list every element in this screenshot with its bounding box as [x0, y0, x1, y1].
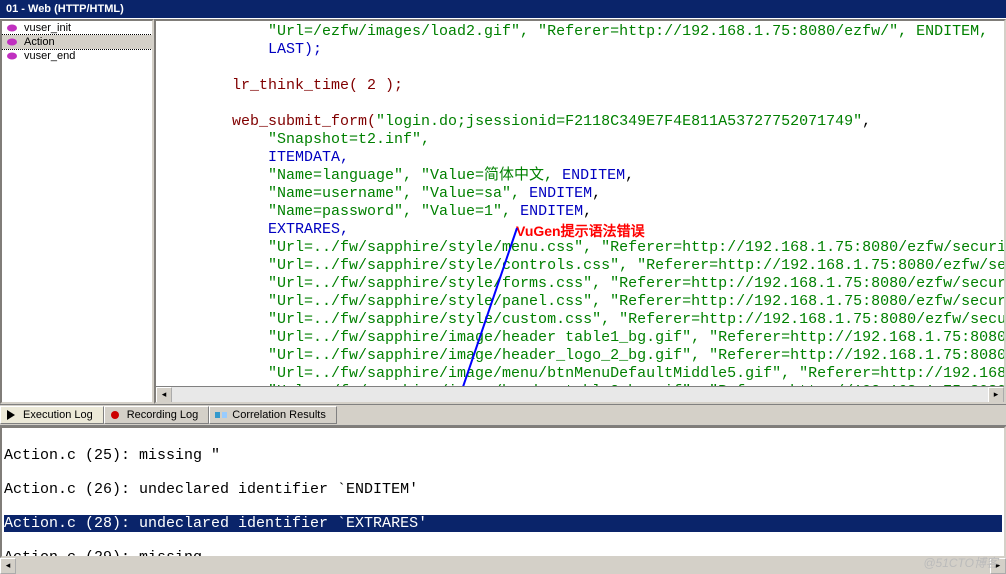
log-tabs: Execution Log Recording Log Correlation … [0, 404, 1006, 426]
code-line: "Url=../fw/sapphire/style/controls.css",… [160, 257, 1006, 274]
code-seg: , [862, 113, 871, 130]
watermark: @51CTO博客 [923, 554, 998, 571]
tree-item-vuser-init[interactable]: vuser_init [2, 21, 152, 35]
code-line: LAST); [160, 41, 322, 58]
script-tree-pane[interactable]: vuser_init Action vuser_end [0, 19, 154, 404]
code-line: "Url=../fw/sapphire/style/custom.css", "… [160, 311, 1006, 328]
window-titlebar: 01 - Web (HTTP/HTML) [0, 0, 1006, 18]
output-log[interactable]: Action.c (25): missing " Action.c (26): … [0, 426, 1006, 558]
scroll-track[interactable] [172, 387, 988, 402]
code-seg: ENDITEM [520, 203, 583, 220]
code-line: EXTRARES, [160, 221, 349, 238]
tab-label: Execution Log [23, 409, 93, 421]
tree-item-vuser-end[interactable]: vuser_end [2, 49, 152, 63]
code-editor[interactable]: "Url=/ezfw/images/load2.gif", "Referer=h… [154, 19, 1006, 404]
code-line: "Url=../fw/sapphire/image/header table1_… [160, 329, 1006, 346]
code-seg: ENDITEM [562, 167, 625, 184]
tab-correlation-results[interactable]: Correlation Results [209, 406, 337, 424]
code-line: lr_think_time( 2 ); [160, 77, 403, 94]
code-line: "Url=/ezfw/images/load2.gif", "Referer=h… [160, 23, 988, 40]
log-line-selected[interactable]: Action.c (28): undeclared identifier `EX… [4, 515, 1002, 532]
action-icon [6, 37, 20, 47]
tree-label: vuser_init [24, 22, 71, 34]
scroll-left-button[interactable]: ◂ [156, 387, 172, 403]
code-seg: , [625, 167, 634, 184]
code-line: "Snapshot=t2.inf", [160, 131, 430, 148]
log-line[interactable]: Action.c (25): missing " [4, 447, 1002, 464]
action-icon [6, 51, 20, 61]
tree-label: Action [24, 36, 55, 48]
code-seg: web_submit_form( [160, 113, 376, 130]
code-seg: , [592, 185, 601, 202]
code-line: "Url=../fw/sapphire/image/menu/btnMenuDe… [160, 365, 1006, 382]
tree-item-action[interactable]: Action [2, 35, 152, 49]
play-icon [5, 409, 19, 421]
code-seg: "Name=username", "Value=sa", [160, 185, 529, 202]
log-line[interactable]: Action.c (26): undeclared identifier `EN… [4, 481, 1002, 498]
code-line: "Url=../fw/sapphire/image/header_logo_2_… [160, 347, 1006, 364]
main-split: vuser_init Action vuser_end "Url=/ezfw/i… [0, 18, 1006, 404]
window-title: 01 - Web (HTTP/HTML) [6, 3, 124, 15]
tab-execution-log[interactable]: Execution Log [0, 406, 104, 424]
tab-recording-log[interactable]: Recording Log [104, 406, 210, 424]
code-line: ITEMDATA, [160, 149, 349, 166]
code-hscrollbar[interactable]: ◂ ▸ [156, 386, 1004, 402]
tree-label: vuser_end [24, 50, 75, 62]
record-icon [109, 409, 123, 421]
tab-label: Correlation Results [232, 409, 326, 421]
code-seg: ENDITEM [529, 185, 592, 202]
log-line[interactable]: Action.c (29): missing [4, 549, 1002, 558]
code-seg: "Name=password", "Value=1", [160, 203, 520, 220]
annotation-text: VuGen提示语法错误 [516, 221, 645, 241]
log-hscrollbar[interactable]: ◂ ▸ [0, 558, 1006, 574]
scroll-right-button[interactable]: ▸ [988, 387, 1004, 403]
code-line: "Url=../fw/sapphire/style/menu.css", "Re… [160, 239, 1006, 256]
code-seg: "login.do;jsessionid=F2118C349E7F4E811A5… [376, 113, 862, 130]
scroll-left-button[interactable]: ◂ [0, 558, 16, 574]
correlation-icon [214, 409, 228, 421]
code-line: "Url=../fw/sapphire/style/forms.css", "R… [160, 275, 1006, 292]
action-icon [6, 23, 20, 33]
code-content[interactable]: "Url=/ezfw/images/load2.gif", "Referer=h… [156, 21, 1004, 403]
tab-label: Recording Log [127, 409, 199, 421]
code-line: "Url=../fw/sapphire/style/panel.css", "R… [160, 293, 1006, 310]
code-seg: "Name=language", "Value=简体中文, [160, 167, 562, 184]
code-seg: , [583, 203, 592, 220]
